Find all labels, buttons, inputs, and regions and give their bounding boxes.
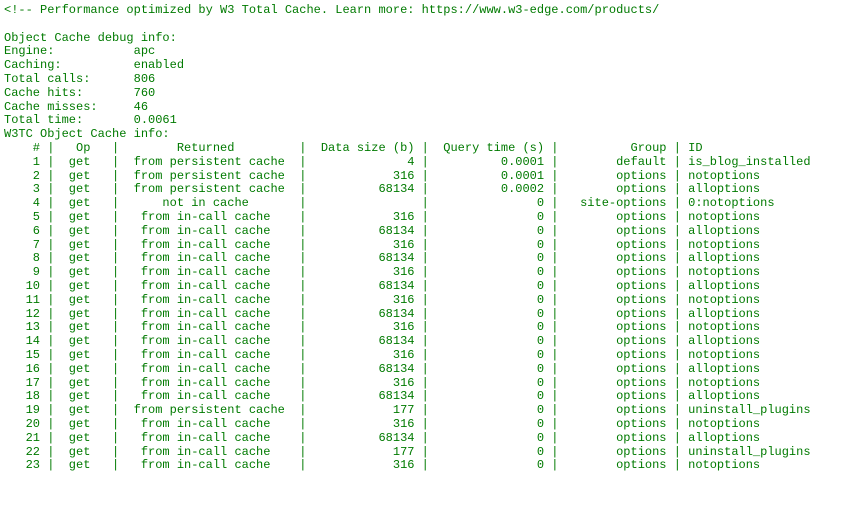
debug-output: <!-- Performance optimized by W3 Total C… [0, 0, 851, 489]
